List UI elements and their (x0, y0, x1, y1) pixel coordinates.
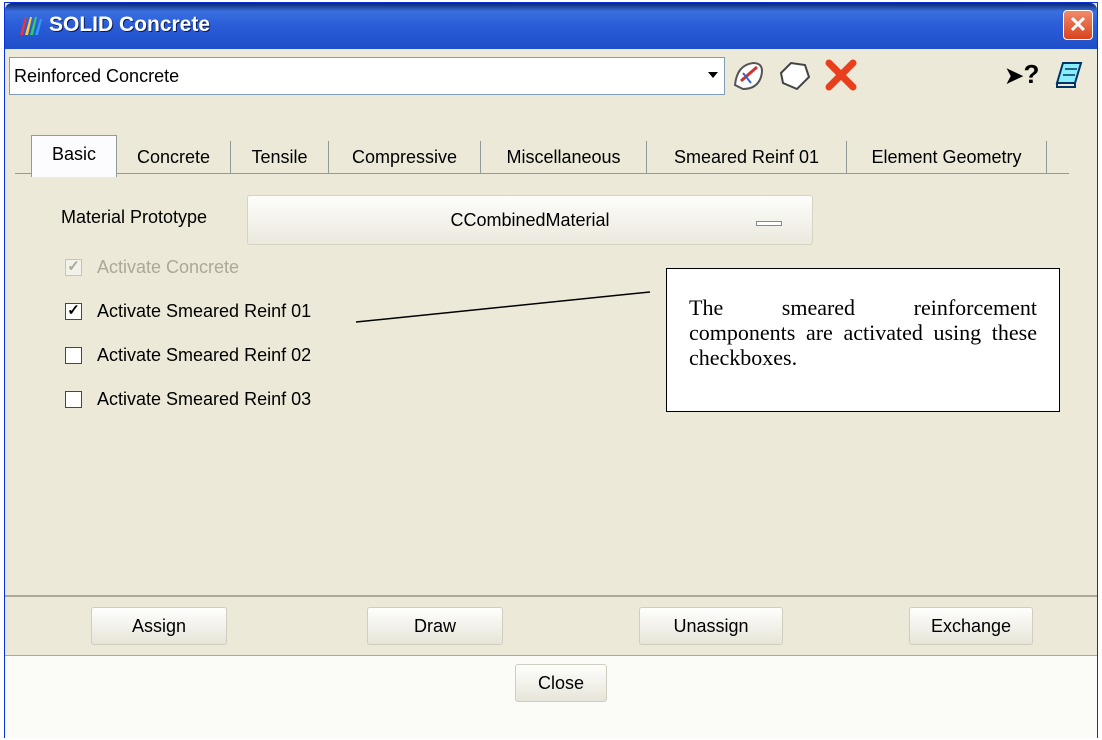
checkbox-box[interactable] (65, 347, 82, 364)
tab-miscellaneous[interactable]: Miscellaneous (481, 141, 647, 173)
tab-smeared-reinf-01[interactable]: Smeared Reinf 01 (647, 141, 847, 173)
tab-basic[interactable]: Basic (31, 135, 117, 177)
annotation-callout: The smeared reinforcement components are… (666, 268, 1060, 412)
window-title: SOLID Concrete (49, 13, 211, 36)
material-select[interactable]: Reinforced Concrete (9, 57, 725, 95)
close-window-icon[interactable]: ✕ (1063, 10, 1093, 40)
checkbox-box[interactable] (65, 391, 82, 408)
close-button[interactable]: Close (515, 664, 607, 702)
material-prototype-label: Material Prototype (61, 207, 208, 227)
checkbox-label: Activate Smeared Reinf 03 (97, 389, 312, 409)
dropdown-bar-icon (756, 221, 782, 226)
tab-element-geometry[interactable]: Element Geometry (847, 141, 1047, 173)
material-prototype-value: CCombinedMaterial (450, 210, 610, 230)
material-select-value: Reinforced Concrete (14, 66, 180, 86)
assign-button[interactable]: Assign (91, 607, 227, 645)
action-button-bar: Assign Draw Unassign Exchange (5, 595, 1097, 655)
edit-material-icon[interactable] (729, 55, 769, 95)
checkbox-check-icon[interactable]: ✓ (65, 303, 82, 320)
checkbox-check-icon: ✓ (65, 259, 82, 276)
material-prototype-button[interactable]: CCombinedMaterial (247, 195, 813, 245)
checkbox-label: Activate Smeared Reinf 01 (97, 301, 312, 321)
context-help-icon[interactable]: ➤? (1005, 59, 1045, 99)
toolbar: Reinforced Concrete ➤? (5, 49, 1097, 107)
notes-icon[interactable] (1049, 55, 1089, 95)
exchange-button[interactable]: Exchange (909, 607, 1033, 645)
title-bar[interactable]: SOLID Concrete ✕ (5, 3, 1097, 49)
tab-concrete[interactable]: Concrete (117, 141, 231, 173)
checkbox-label: Activate Smeared Reinf 02 (97, 345, 312, 365)
delete-icon[interactable] (821, 55, 861, 95)
draw-button[interactable]: Draw (367, 607, 503, 645)
footer: Close (5, 655, 1097, 738)
tab-strip: Basic Concrete Tensile Compressive Misce… (15, 135, 1067, 177)
unassign-button[interactable]: Unassign (639, 607, 783, 645)
app-icon (20, 17, 42, 35)
tab-tensile[interactable]: Tensile (231, 141, 329, 173)
new-material-icon[interactable] (775, 55, 815, 95)
tab-compressive[interactable]: Compressive (329, 141, 481, 173)
checkbox-label: Activate Concrete (97, 257, 240, 277)
help-glyph: ? (1023, 59, 1040, 89)
chevron-down-icon[interactable] (708, 72, 718, 78)
